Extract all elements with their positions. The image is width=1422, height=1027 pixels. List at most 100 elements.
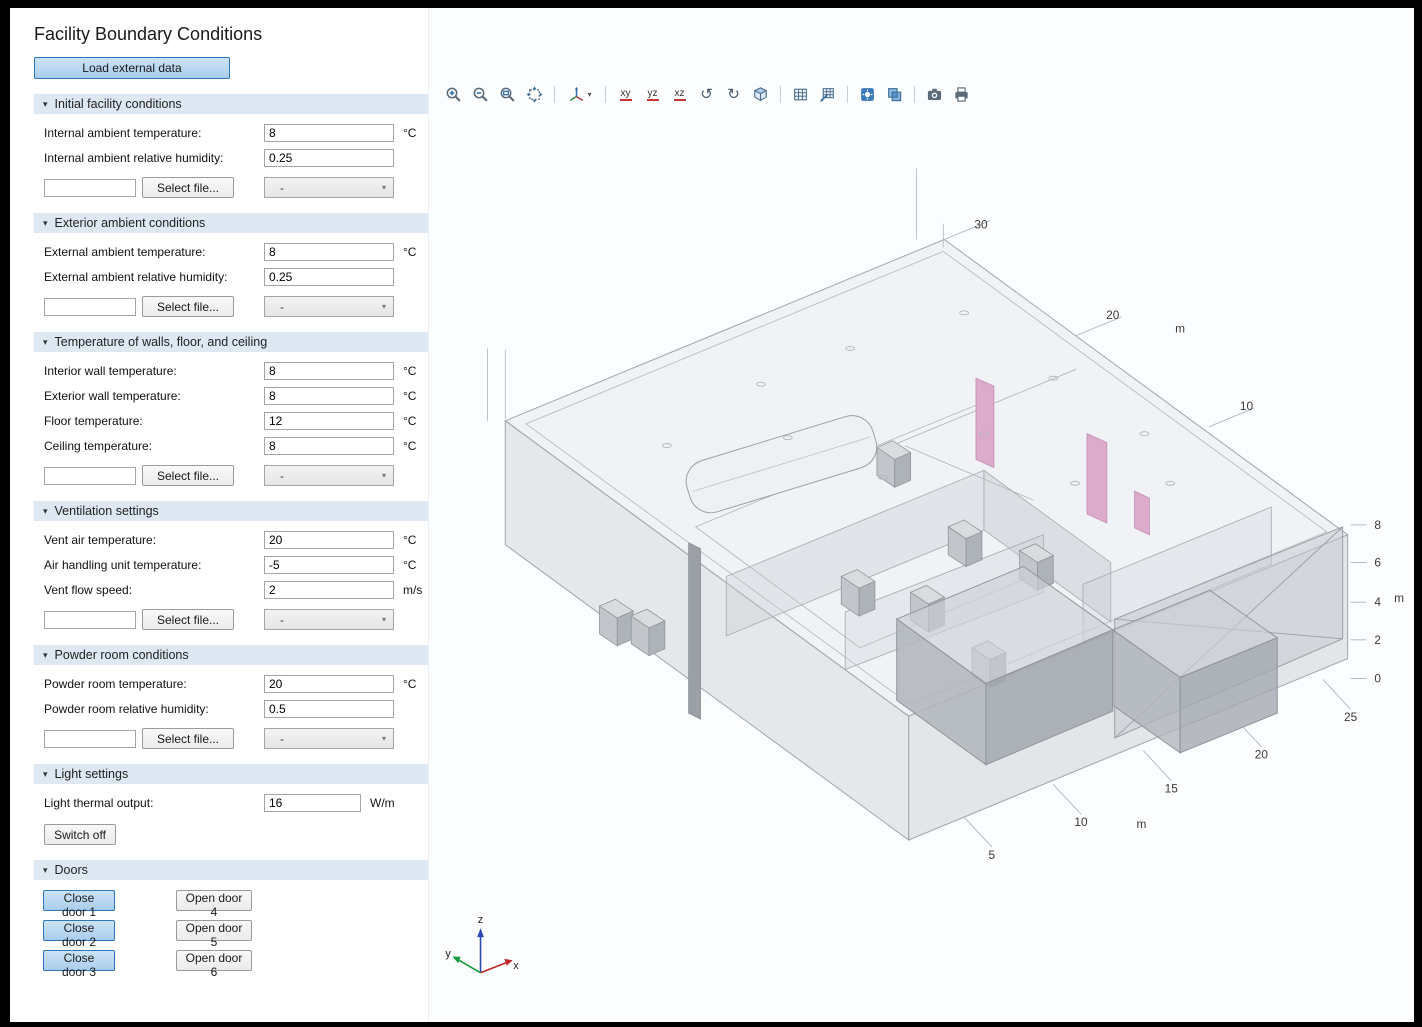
view-xy-button[interactable]: xy [613, 82, 638, 106]
open-door-5-button[interactable]: Open door 5 [176, 920, 252, 941]
load-external-data-button[interactable]: Load external data [34, 57, 230, 79]
collapse-triangle-icon: ▾ [43, 865, 48, 876]
zoom-out-button[interactable] [468, 82, 493, 106]
field-label: External ambient temperature: [44, 245, 264, 259]
close-door-2-button[interactable]: Close door 2 [43, 920, 115, 941]
field-label: Ceiling temperature: [44, 439, 264, 453]
svg-text:m: m [1394, 591, 1404, 605]
internal-ambient-relative-humidity-input[interactable] [264, 149, 394, 167]
section-header-powder-room-conditions[interactable]: ▾ Powder room conditions [34, 645, 428, 665]
select-file-button[interactable]: Select file... [142, 296, 234, 317]
section-header-exterior-ambient-conditions[interactable]: ▾ Exterior ambient conditions [34, 213, 428, 233]
select-file-button[interactable]: Select file... [142, 728, 234, 749]
transparency-button[interactable] [882, 82, 907, 106]
section-title: Ventilation settings [55, 504, 159, 518]
air-handling-unit-temperature-input[interactable] [264, 556, 394, 574]
toolbar-separator [605, 86, 606, 103]
show-grid-button[interactable] [788, 82, 813, 106]
section-header-initial-facility-conditions[interactable]: ▾ Initial facility conditions [34, 94, 428, 114]
zoom-box-button[interactable] [495, 82, 520, 106]
vent-flow-speed-input[interactable] [264, 581, 394, 599]
scene-light-button[interactable] [855, 82, 880, 106]
field-unit: °C [394, 439, 428, 453]
file-path-input[interactable] [44, 730, 136, 748]
svg-text:m: m [1175, 322, 1185, 336]
show-axes-button[interactable] [815, 82, 840, 106]
svg-text:m: m [1137, 817, 1147, 831]
section-header-temperature-walls-floor-ceiling[interactable]: ▾ Temperature of walls, floor, and ceili… [34, 332, 428, 352]
doors-button-grid: Close door 1 Open door 4 Close door 2 Op… [34, 890, 428, 971]
dropdown-value: - [280, 469, 284, 483]
open-door-6-button[interactable]: Open door 6 [176, 950, 252, 971]
view-xz-button[interactable]: xz [667, 82, 692, 106]
close-door-1-button[interactable]: Close door 1 [43, 890, 115, 911]
section-header-light-settings[interactable]: ▾ Light settings [34, 764, 428, 784]
view-xz-icon: xz [674, 88, 686, 101]
collapse-triangle-icon: ▾ [43, 337, 48, 348]
snapshot-button[interactable] [922, 82, 947, 106]
section-header-ventilation-settings[interactable]: ▾ Ventilation settings [34, 501, 428, 521]
print-button[interactable] [949, 82, 974, 106]
ceiling-temperature-input[interactable] [264, 437, 394, 455]
floor-temperature-input[interactable] [264, 412, 394, 430]
graphics-panel: ▾ xy yz xz ↺ ↻ [428, 8, 1414, 1022]
file-dropdown[interactable]: - ▾ [264, 296, 394, 317]
file-dropdown[interactable]: - ▾ [264, 177, 394, 198]
svg-text:0: 0 [1374, 671, 1381, 685]
svg-text:20: 20 [1255, 748, 1269, 762]
field-label: Air handling unit temperature: [44, 558, 264, 572]
field-unit: °C [394, 364, 428, 378]
file-dropdown[interactable]: - ▾ [264, 728, 394, 749]
section-title: Temperature of walls, floor, and ceiling [55, 335, 268, 349]
field-label: Powder room relative humidity: [44, 702, 264, 716]
axes-grid-icon [819, 86, 836, 103]
file-path-input[interactable] [44, 467, 136, 485]
field-label: External ambient relative humidity: [44, 270, 264, 284]
interior-wall-temperature-input[interactable] [264, 362, 394, 380]
external-ambient-temperature-input[interactable] [264, 243, 394, 261]
field-label: Vent air temperature: [44, 533, 264, 547]
select-file-button[interactable]: Select file... [142, 177, 234, 198]
zoom-extents-button[interactable] [522, 82, 547, 106]
collapse-triangle-icon: ▾ [43, 650, 48, 661]
close-door-3-button[interactable]: Close door 3 [43, 950, 115, 971]
file-dropdown[interactable]: - ▾ [264, 609, 394, 630]
file-path-input[interactable] [44, 179, 136, 197]
page-title: Facility Boundary Conditions [34, 24, 428, 45]
go-to-default-view-button[interactable]: ▾ [562, 82, 598, 106]
zoom-box-icon [499, 86, 516, 103]
chevron-down-icon: ▾ [382, 183, 386, 192]
toolbar-separator [554, 86, 555, 103]
powder-room-temperature-input[interactable] [264, 675, 394, 693]
external-ambient-relative-humidity-input[interactable] [264, 268, 394, 286]
file-dropdown[interactable]: - ▾ [264, 465, 394, 486]
powder-room-relative-humidity-input[interactable] [264, 700, 394, 718]
internal-ambient-temperature-input[interactable] [264, 124, 394, 142]
rotate-clockwise-button[interactable]: ↻ [721, 82, 746, 106]
switch-off-button[interactable]: Switch off [44, 824, 116, 845]
open-door-4-button[interactable]: Open door 4 [176, 890, 252, 911]
section-title: Light settings [55, 767, 129, 781]
select-file-button[interactable]: Select file... [142, 465, 234, 486]
light-thermal-output-input[interactable] [264, 794, 361, 812]
section-title: Doors [55, 863, 88, 877]
section-title: Powder room conditions [55, 648, 189, 662]
settings-panel: Facility Boundary Conditions Load extern… [10, 8, 428, 1022]
exterior-wall-temperature-input[interactable] [264, 387, 394, 405]
zoom-in-button[interactable] [441, 82, 466, 106]
section-header-doors[interactable]: ▾ Doors [34, 860, 428, 880]
grid-icon [792, 86, 809, 103]
file-path-input[interactable] [44, 298, 136, 316]
svg-text:20: 20 [1106, 308, 1120, 322]
vent-air-temperature-input[interactable] [264, 531, 394, 549]
select-file-button[interactable]: Select file... [142, 609, 234, 630]
graphics-canvas[interactable]: 30 20 10 m 8 6 4 2 0 m [429, 112, 1414, 1022]
camera-icon [926, 86, 943, 103]
svg-text:5: 5 [989, 848, 996, 862]
file-path-input[interactable] [44, 611, 136, 629]
view-yz-button[interactable]: yz [640, 82, 665, 106]
field-label: Floor temperature: [44, 414, 264, 428]
field-unit: W/m [361, 796, 428, 810]
rotate-counterclockwise-button[interactable]: ↺ [694, 82, 719, 106]
perspective-view-button[interactable] [748, 82, 773, 106]
